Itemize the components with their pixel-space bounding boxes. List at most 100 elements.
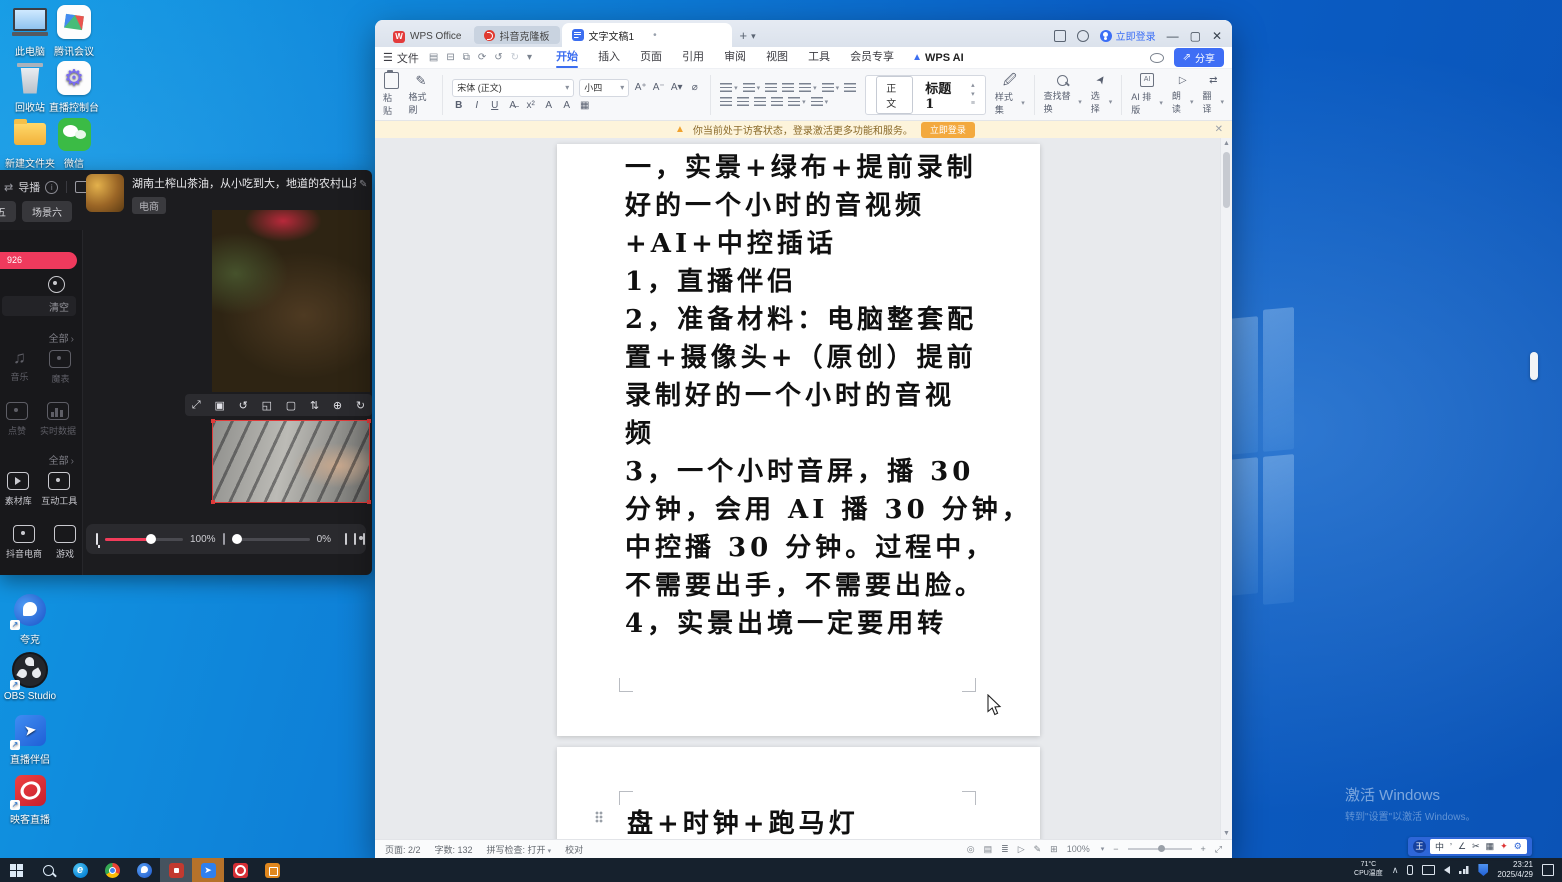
resize-handle[interactable] <box>367 419 371 423</box>
tool-like[interactable]: 点赞 <box>6 402 28 437</box>
volume-tray-icon[interactable] <box>1444 866 1450 874</box>
loopback-volume-slider[interactable] <box>232 538 310 541</box>
redo-icon[interactable]: ↻ <box>511 52 519 63</box>
font-color-button[interactable]: A <box>542 100 555 111</box>
video-source-2-selected[interactable] <box>212 420 370 503</box>
clear-button[interactable]: 清空 <box>2 296 76 316</box>
layout-mode-icon[interactable] <box>1054 30 1066 42</box>
desktop-icon-red-app[interactable]: ↗ 映客直播 <box>2 772 58 826</box>
zoom-in-button[interactable]: + <box>1201 844 1206 854</box>
video-source-1[interactable] <box>212 210 370 392</box>
underline-button[interactable]: U <box>488 100 501 111</box>
switch-icon[interactable]: ⇄ <box>4 181 13 194</box>
tab-review[interactable]: 审阅 <box>714 47 756 68</box>
fullscreen-icon[interactable]: ⤢ <box>1215 844 1222 855</box>
translate-tool[interactable]: ⇄翻译▾ <box>1202 75 1224 115</box>
grid-icon[interactable]: ▣ <box>214 399 224 412</box>
tab-page[interactable]: 页面 <box>630 47 672 68</box>
record-icon[interactable] <box>48 276 65 293</box>
new-tab-button[interactable]: + <box>740 28 748 43</box>
mic-volume-slider[interactable] <box>105 538 183 541</box>
share-button[interactable]: ⇗分享 <box>1174 48 1224 67</box>
more-caret-icon[interactable]: ▾ <box>527 52 532 63</box>
indent-button[interactable] <box>782 83 794 92</box>
font-size-select[interactable]: 小四▾ <box>579 79 629 97</box>
tool-ecommerce[interactable]: 抖音电商 <box>6 525 42 560</box>
skin-icon[interactable] <box>1077 30 1089 42</box>
superscript-button[interactable]: x² <box>524 100 537 111</box>
desktop-icon-obs[interactable]: ↗ OBS Studio <box>2 652 58 702</box>
save-icon[interactable]: ▤ <box>429 52 438 63</box>
format-painter-button[interactable]: ✎格式刷 <box>409 74 434 116</box>
ai-layout-tool[interactable]: AIAI 排版▾ <box>1131 73 1163 116</box>
flip-h-icon[interactable]: ◱ <box>262 399 272 412</box>
styles-scroll[interactable]: ▴▾≡ <box>971 82 975 108</box>
tool-games[interactable]: 游戏 <box>54 525 76 560</box>
styleset-tool[interactable]: 🖉样式集▾ <box>995 73 1025 116</box>
info-icon[interactable]: i <box>45 181 58 194</box>
ime-logo-icon[interactable]: 王 <box>1413 840 1426 853</box>
strikethrough-button[interactable]: A̶ <box>506 100 519 111</box>
find-replace-tool[interactable]: 查找替换▾ <box>1044 75 1082 115</box>
zoom-value[interactable]: 100% <box>1067 844 1090 854</box>
scene-tab-5[interactable]: 五 <box>0 201 16 222</box>
live-cover-thumbnail[interactable] <box>86 174 124 212</box>
fullscreen-icon[interactable]: ⤢ <box>192 399 201 412</box>
tab-document-active[interactable]: 文字文稿1 • <box>562 23 732 47</box>
shading-button[interactable]: ▦ <box>578 100 591 111</box>
scroll-down-icon[interactable]: ▼ <box>1221 830 1232 837</box>
flip-v-icon[interactable]: ⇅ <box>310 399 319 412</box>
mic-tray-icon[interactable] <box>1407 865 1413 875</box>
tab-references[interactable]: 引用 <box>672 47 714 68</box>
tool-interactive[interactable]: 互动工具 <box>41 472 77 507</box>
zoom-slider[interactable] <box>1128 848 1192 850</box>
cpu-temp-widget[interactable]: 71°C CPU温度 <box>1354 861 1383 879</box>
network-tray-icon[interactable] <box>1459 866 1469 874</box>
bullets-button[interactable]: ▾ <box>720 83 738 92</box>
numbering-button[interactable]: ▾ <box>743 83 761 92</box>
paste-button[interactable]: 粘贴 <box>383 72 400 117</box>
print-preview-icon[interactable]: ⧉ <box>463 52 470 63</box>
bold-button[interactable]: B <box>452 100 465 111</box>
style-heading-1[interactable]: 标题 1 <box>925 78 959 112</box>
tab-wps-office[interactable]: W WPS Office <box>383 26 472 47</box>
taskbar-edge[interactable]: e <box>64 858 96 882</box>
tool-magic[interactable]: 魔表 <box>49 350 71 385</box>
tool-media-library[interactable]: 素材库 <box>5 472 32 507</box>
read-mode-icon[interactable]: ▷ <box>1018 844 1025 855</box>
start-button[interactable] <box>0 858 32 882</box>
scroll-up-icon[interactable]: ▲ <box>1221 140 1232 147</box>
scrollbar-thumb[interactable] <box>1223 152 1230 208</box>
clock-widget[interactable]: 23:21 2025/4/29 <box>1497 860 1533 881</box>
taskbar-live-companion[interactable]: ➤ <box>192 858 224 882</box>
font-name-select[interactable]: 宋体 (正文)▾ <box>452 79 574 97</box>
desktop-icon-quark[interactable]: ↗ 夸克 <box>2 592 58 646</box>
grow-font-button[interactable]: A⁺ <box>634 82 647 93</box>
login-button[interactable]: 立即登录 <box>1100 28 1156 43</box>
resize-handle[interactable] <box>367 500 371 504</box>
sync-icon[interactable]: ⟳ <box>478 52 486 63</box>
ime-cut-icon[interactable]: ✂ <box>1472 841 1480 852</box>
tab-view[interactable]: 视图 <box>756 47 798 68</box>
ime-skin-icon[interactable]: ✦ <box>1500 841 1508 852</box>
undo-icon[interactable]: ↺ <box>494 52 502 63</box>
shrink-font-button[interactable]: A⁻ <box>652 82 665 93</box>
pen-icon[interactable]: ✎ <box>1034 844 1042 855</box>
viewer-counter-button[interactable]: 926 <box>0 252 77 269</box>
camera-icon[interactable] <box>354 533 356 545</box>
ime-punct-icon[interactable]: ʼ <box>1450 842 1452 852</box>
spellcheck-status[interactable]: 拼写检查: 打开▾ <box>487 843 552 856</box>
tab-membership[interactable]: 会员专享 <box>840 47 904 68</box>
notice-close-icon[interactable]: ✕ <box>1215 124 1223 135</box>
desktop-icon-meeting[interactable]: 腾讯会议 <box>46 4 102 58</box>
crop-icon[interactable]: ▢ <box>286 399 296 412</box>
italic-button[interactable]: I <box>470 100 483 111</box>
read-aloud-tool[interactable]: ▷朗读▾ <box>1172 75 1194 115</box>
desktop-icon-live-companion[interactable]: ➤↗ 直播伴侣 <box>2 712 58 766</box>
proofread-button[interactable]: 校对 <box>565 843 583 856</box>
tool-music[interactable]: ♫音乐 <box>10 350 28 385</box>
select-tool[interactable]: ➤选择▾ <box>1091 74 1113 115</box>
print-icon[interactable]: ⊟ <box>446 52 454 63</box>
notification-center-icon[interactable] <box>1542 864 1554 876</box>
scene-tab-6[interactable]: 场景六 <box>22 201 72 222</box>
